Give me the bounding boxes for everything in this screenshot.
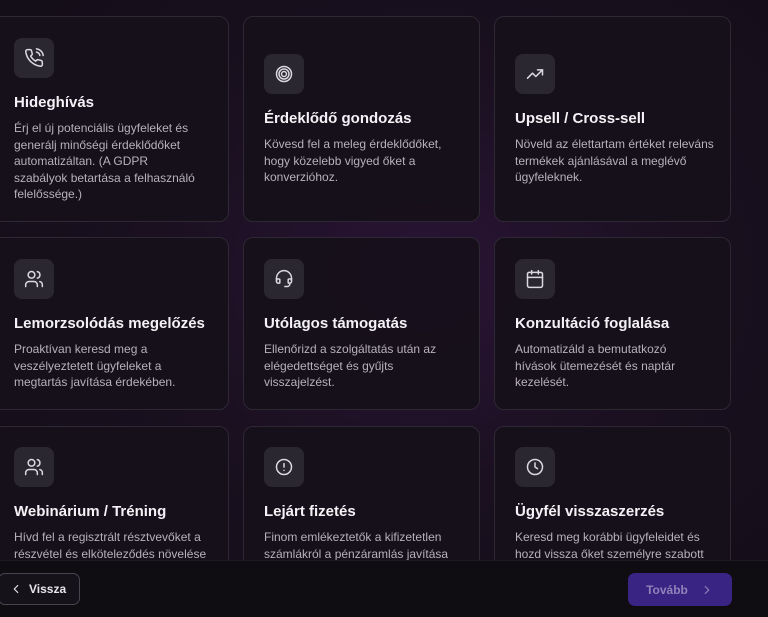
card-title: Upsell / Cross-sell	[515, 110, 646, 127]
back-button-label: Vissza	[29, 582, 67, 596]
alert-circle-icon	[264, 447, 304, 487]
use-case-card-cold-calling[interactable]: Hideghívás Érj el új potenciális ügyfele…	[0, 16, 229, 222]
card-description: Keresd meg korábbi ügyfeleidet és hozd v…	[515, 530, 704, 560]
use-case-grid: Hideghívás Érj el új potenciális ügyfele…	[0, 0, 768, 560]
card-title: Lejárt fizetés	[264, 503, 356, 520]
use-case-card-follow-up-support[interactable]: Utólagos támogatás Ellenőrizd a szolgált…	[243, 237, 480, 410]
trending-up-icon	[515, 54, 555, 94]
card-description: Kövesd fel a meleg érdeklődőket, hogy kö…	[264, 137, 442, 184]
card-description: Növeld az élettartam értéket releváns te…	[515, 137, 714, 184]
card-title: Ügyfél visszaszerzés	[515, 503, 665, 520]
headset-icon	[264, 259, 304, 299]
use-case-card-lead-nurturing[interactable]: Érdeklődő gondozás Kövesd fel a meleg ér…	[243, 16, 480, 222]
phone-icon	[14, 38, 54, 78]
next-button[interactable]: Tovább	[628, 573, 732, 606]
use-case-card-upsell[interactable]: Upsell / Cross-sell Növeld az élettartam…	[494, 16, 731, 222]
use-case-card-win-back[interactable]: Ügyfél visszaszerzés Keresd meg korábbi …	[494, 426, 731, 560]
card-description: Ellenőrizd a szolgáltatás után az eléged…	[264, 342, 437, 389]
wizard-footer: Vissza Tovább	[0, 560, 768, 617]
clock-icon	[515, 447, 555, 487]
chevron-right-icon	[704, 585, 710, 594]
card-title: Hideghívás	[14, 94, 95, 111]
card-title: Webinárium / Tréning	[14, 503, 167, 520]
calendar-icon	[515, 259, 555, 299]
back-button[interactable]: Vissza	[0, 573, 80, 605]
target-icon	[264, 54, 304, 94]
chevron-left-icon	[13, 584, 19, 594]
use-case-card-churn-prevention[interactable]: Lemorzsolódás megelőzés Proaktívan keres…	[0, 237, 229, 410]
use-case-card-webinar[interactable]: Webinárium / Tréning Hívd fel a regisztr…	[0, 426, 229, 560]
card-title: Lemorzsolódás megelőzés	[14, 315, 205, 332]
use-case-card-overdue-payment[interactable]: Lejárt fizetés Finom emlékeztetők a kifi…	[243, 426, 480, 560]
card-description: Automatizáld a bemutatkozó hívások üteme…	[515, 342, 676, 389]
users-icon	[14, 259, 54, 299]
card-description: Proaktívan keresd meg a veszélyeztetett …	[14, 342, 176, 389]
card-description: Finom emlékeztetők a kifizetetlen számlá…	[264, 530, 449, 560]
use-case-card-consultation-booking[interactable]: Konzultáció foglalása Automatizáld a bem…	[494, 237, 731, 410]
card-description: Érj el új potenciális ügyfeleket és gene…	[14, 121, 195, 201]
card-title: Konzultáció foglalása	[515, 315, 670, 332]
next-button-label: Tovább	[646, 582, 688, 597]
card-title: Utólagos támogatás	[264, 315, 408, 332]
users-icon	[14, 447, 54, 487]
card-description: Hívd fel a regisztrált résztvevőket a ré…	[14, 530, 207, 560]
card-title: Érdeklődő gondozás	[264, 110, 412, 127]
